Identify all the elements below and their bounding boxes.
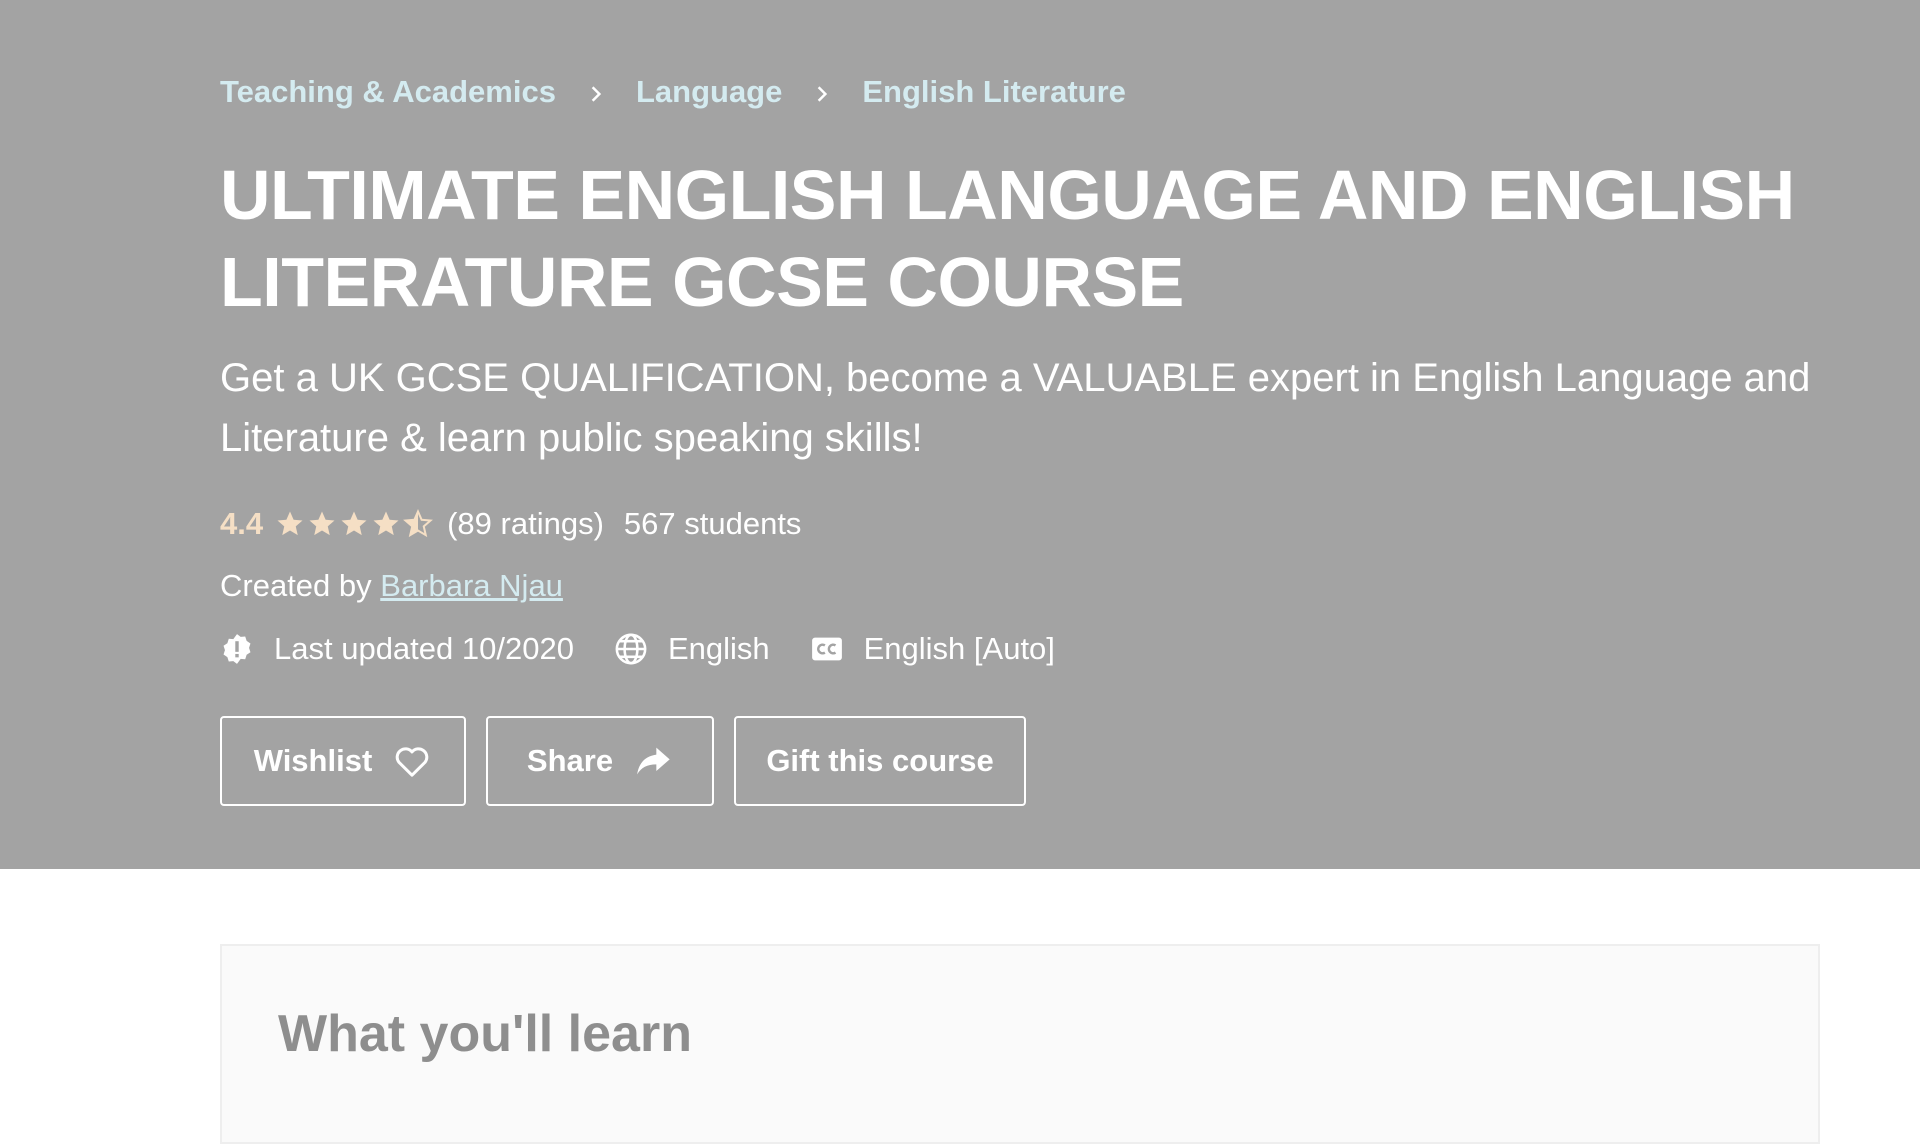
alert-badge-icon — [223, 634, 251, 664]
course-subtitle: Get a UK GCSE QUALIFICATION, become a VA… — [220, 356, 1811, 460]
share-label: Share — [526, 743, 614, 778]
closed-captions-icon — [811, 637, 842, 661]
gift-label: Gift this course — [766, 743, 994, 778]
course-hero: Teaching & Academics Language English Li… — [0, 0, 1920, 869]
gift-course-button[interactable]: Gift this course — [734, 716, 1026, 806]
breadcrumb: Teaching & Academics Language English Li… — [220, 70, 1820, 114]
chevron-right-icon — [556, 74, 636, 110]
share-arrow-icon — [637, 747, 670, 775]
star-icon — [373, 511, 399, 536]
wishlist-label: Wishlist — [253, 743, 373, 778]
course-language: English — [614, 631, 770, 667]
language-text: English — [667, 631, 770, 666]
star-icon — [277, 511, 303, 536]
globe-icon — [615, 633, 647, 665]
course-hero-content: Teaching & Academics Language English Li… — [220, 70, 1820, 806]
breadcrumb-item-teaching-academics[interactable]: Teaching & Academics — [220, 74, 556, 110]
wishlist-button[interactable]: Wishlist — [220, 716, 466, 806]
rating-summary: 4.4 (89 ratings) 567 students — [220, 502, 1820, 546]
rating-value: 4.4 — [220, 506, 264, 541]
created-by-label: Created by — [220, 568, 372, 603]
share-button[interactable]: Share — [486, 716, 714, 806]
rating-stars — [275, 509, 435, 539]
star-half-icon — [403, 509, 434, 538]
heart-icon — [396, 747, 429, 777]
course-title: ULTIMATE ENGLISH LANGUAGE AND ENGLISH LI… — [220, 156, 1795, 321]
created-by: Created by Barbara Njau — [220, 564, 1820, 608]
students-count: 567 students — [623, 506, 802, 541]
course-meta: Last updated 10/2020 English English [Au… — [220, 626, 1820, 672]
last-updated-text: Last updated 10/2020 — [274, 631, 574, 666]
last-updated: Last updated 10/2020 — [220, 631, 574, 667]
breadcrumb-item-english-literature[interactable]: English Literature — [862, 74, 1126, 110]
chevron-right-icon — [782, 74, 862, 110]
breadcrumb-item-language[interactable]: Language — [636, 74, 782, 110]
star-icon — [341, 511, 367, 536]
what-youll-learn-section: What you'll learn — [220, 944, 1820, 1144]
ratings-count[interactable]: (89 ratings) — [447, 506, 604, 542]
course-captions: English [Auto] — [810, 631, 1055, 667]
star-icon — [309, 511, 335, 536]
captions-text: English [Auto] — [863, 631, 1055, 666]
what-youll-learn-title: What you'll learn — [278, 1005, 692, 1063]
author-link[interactable]: Barbara Njau — [380, 568, 563, 603]
course-actions: Wishlist Share Gift this course — [220, 716, 1820, 806]
